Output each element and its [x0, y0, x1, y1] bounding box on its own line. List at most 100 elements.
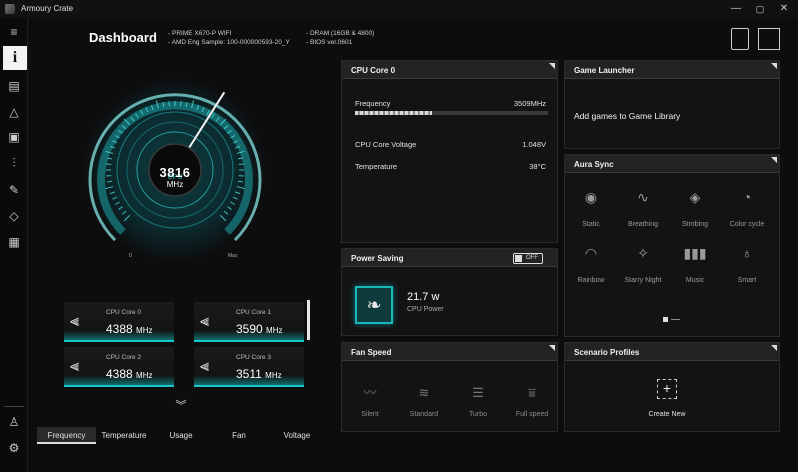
- cpu-icon: ⫷: [70, 358, 80, 375]
- toggle-label: OFF: [526, 255, 538, 261]
- tab-usage[interactable]: Usage: [152, 427, 210, 444]
- corner-icon: [549, 345, 555, 351]
- temperature-label: Temperature: [355, 162, 398, 171]
- chevron-down-icon[interactable]: ︾: [173, 397, 189, 412]
- spec-dram: - DRAM (16GB & 4800): [306, 30, 375, 37]
- core-name: CPU Core 0: [106, 309, 142, 316]
- aura-effect-label: Breathing: [628, 221, 658, 228]
- power-saving-panel: Power Saving OFF ❧ 21.7 w CPU Power: [341, 248, 558, 336]
- maximize-button[interactable]: ▢: [753, 2, 767, 16]
- power-saving-toggle[interactable]: OFF: [513, 253, 543, 264]
- game-launcher-panel: Game Launcher Add games to Game Library: [564, 60, 780, 149]
- core-list-scrollbar[interactable]: [307, 300, 310, 340]
- voltage-label: CPU Core Voltage: [355, 140, 417, 149]
- user-icon[interactable]: ♙: [4, 412, 24, 432]
- core-card-2[interactable]: ⫷ CPU Core 2 4388 MHz: [64, 347, 174, 387]
- gear-icon[interactable]: ⚙: [4, 438, 24, 458]
- minimize-button[interactable]: —: [729, 2, 743, 16]
- aura-effect-label: Strobing: [681, 221, 709, 228]
- gauge-unit: MHz: [166, 180, 184, 189]
- core-value: 4388 MHz: [106, 322, 153, 336]
- panel-header: Aura Sync: [565, 155, 779, 173]
- aura-effect-label: Color cycle: [729, 221, 765, 228]
- aura-sync-panel: Aura Sync ◉ Static ∿ Breathing ◈ Strobing ◔ Col…: [564, 154, 780, 337]
- game-library-icon[interactable]: ▣: [4, 127, 24, 147]
- music-icon[interactable]: ▮▮▮: [683, 241, 707, 265]
- panel-title: CPU Core 0: [351, 66, 396, 75]
- scenario-profiles-panel: Scenario Profiles + Create New: [564, 342, 780, 432]
- corner-icon: [771, 63, 777, 69]
- corner-icon: [771, 157, 777, 163]
- report-icon[interactable]: [731, 28, 749, 50]
- menu-icon[interactable]: ≡: [4, 22, 24, 42]
- tab-fan[interactable]: Fan: [210, 427, 268, 444]
- core-card-3[interactable]: ⫷ CPU Core 3 3511 MHz: [194, 347, 304, 387]
- page-dot[interactable]: [671, 319, 680, 320]
- spec-motherboard: - PRIME X670-P WIFI: [168, 30, 232, 37]
- core-name: CPU Core 2: [106, 354, 142, 361]
- cpu-power-label: CPU Power: [407, 306, 444, 313]
- deals-icon[interactable]: ◇: [4, 206, 24, 226]
- aura-effect-label: Starry Night: [624, 277, 662, 284]
- color-cycle-icon[interactable]: ◔: [735, 185, 759, 209]
- fan-full-speed-icon[interactable]: ⩸: [520, 383, 544, 403]
- tab-voltage[interactable]: Voltage: [268, 427, 326, 444]
- fan-mode-label: Standard: [409, 411, 439, 418]
- create-new-label[interactable]: Create New: [627, 411, 707, 418]
- close-button[interactable]: ✕: [777, 2, 791, 16]
- panel-title: Aura Sync: [574, 160, 614, 169]
- aura-effect-label: Static: [582, 221, 600, 228]
- rainbow-icon[interactable]: ◠: [579, 241, 603, 265]
- cpu-power-value: 21.7 w: [407, 291, 440, 303]
- add-games-link[interactable]: Add games to Game Library: [574, 111, 680, 121]
- gauge-max-label: Max: [228, 253, 238, 259]
- core-value: 4388 MHz: [106, 367, 153, 381]
- core-name: CPU Core 1: [236, 309, 272, 316]
- panel-header: Fan Speed: [342, 343, 557, 361]
- layout-icon[interactable]: [758, 28, 780, 50]
- fan-turbo-icon[interactable]: ☰: [466, 383, 490, 403]
- breathing-icon[interactable]: ∿: [631, 185, 655, 209]
- strobing-icon[interactable]: ◈: [683, 185, 707, 209]
- tab-frequency[interactable]: Frequency: [37, 427, 96, 444]
- toggle-knob: [515, 255, 522, 262]
- core-card-0[interactable]: ⫷ CPU Core 0 4388 MHz: [64, 302, 174, 342]
- panel-title: Power Saving: [351, 254, 404, 263]
- panel-header: CPU Core 0: [342, 61, 557, 79]
- page-dot-active[interactable]: [663, 317, 668, 322]
- title-bar: Armoury Crate — ▢ ✕: [0, 0, 798, 18]
- fan-mode-label: Turbo: [468, 411, 488, 418]
- frequency-bar: [355, 111, 548, 115]
- system-info-icon[interactable]: i: [3, 46, 27, 70]
- aura-effect-label: Rainbow: [577, 277, 605, 284]
- panel-header: Game Launcher: [565, 61, 779, 79]
- tab-temperature[interactable]: Temperature: [96, 427, 152, 444]
- cpu-icon: ⫷: [200, 358, 210, 375]
- core-card-1[interactable]: ⫷ CPU Core 1 3590 MHz: [194, 302, 304, 342]
- settings-sliders-icon[interactable]: ⫶: [4, 153, 24, 173]
- corner-icon: [771, 345, 777, 351]
- news-icon[interactable]: ▦: [4, 232, 24, 252]
- frequency-label: Frequency: [355, 99, 391, 108]
- fan-speed-panel: Fan Speed 〰 Silent ≋ Standard ☰ Turbo ⩸ …: [341, 342, 558, 432]
- panel-title: Fan Speed: [351, 348, 392, 357]
- smart-icon[interactable]: ♁: [735, 241, 759, 265]
- fan-silent-icon[interactable]: 〰: [358, 383, 382, 403]
- aura-icon[interactable]: △: [4, 102, 24, 122]
- voltage-value: 1.048V: [522, 140, 546, 149]
- core-value: 3590 MHz: [236, 322, 283, 336]
- sidebar-divider: [4, 406, 24, 407]
- core-value: 3511 MHz: [236, 367, 282, 381]
- gauge-min-label: 0: [129, 253, 132, 259]
- starry-night-icon[interactable]: ✧: [631, 241, 655, 265]
- cpu-icon: ⫷: [200, 313, 210, 330]
- tools-icon[interactable]: ✎: [4, 180, 24, 200]
- temperature-value: 38°C: [529, 162, 546, 171]
- frequency-value: 3509MHz: [513, 99, 546, 108]
- app-logo-icon: [5, 4, 15, 14]
- fan-standard-icon[interactable]: ≋: [412, 383, 436, 403]
- device-icon[interactable]: ▤: [4, 76, 24, 96]
- static-icon[interactable]: ◉: [579, 185, 603, 209]
- page-title: Dashboard: [89, 30, 157, 45]
- create-new-icon[interactable]: +: [657, 379, 677, 399]
